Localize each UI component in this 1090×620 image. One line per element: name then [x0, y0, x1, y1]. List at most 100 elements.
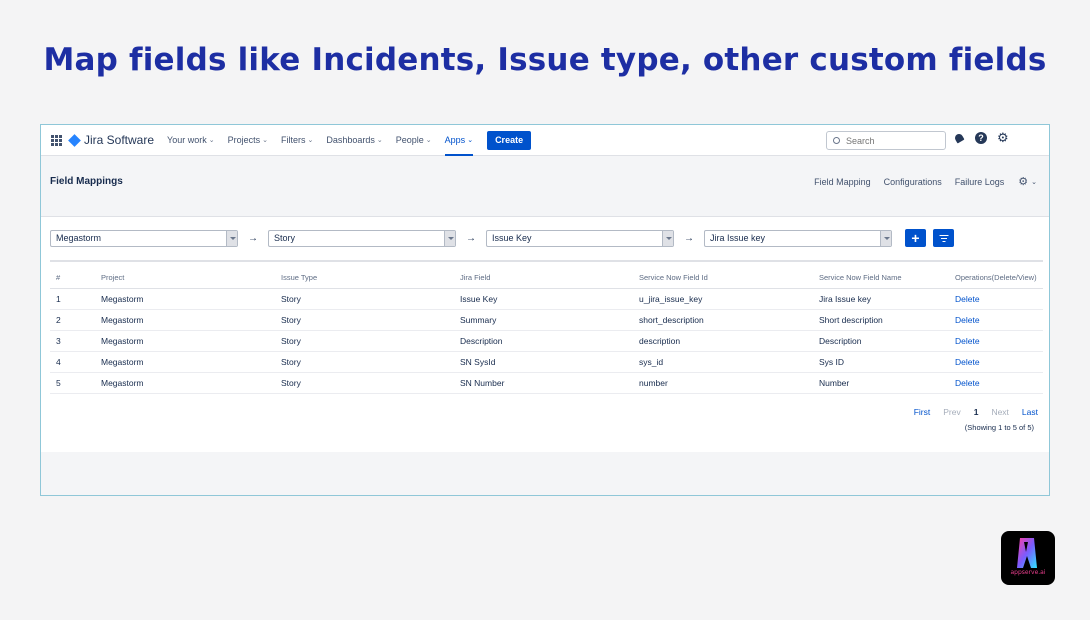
arrow-right-icon: → [684, 232, 694, 244]
link-field-mapping[interactable]: Field Mapping [814, 177, 871, 187]
cell-sn-field-name: Sys ID [819, 351, 955, 373]
cell-issue-type: Story [281, 288, 460, 310]
col-sn-field-name: Service Now Field Name [819, 267, 955, 289]
pager-prev: Prev [943, 407, 961, 417]
link-failure-logs[interactable]: Failure Logs [955, 177, 1005, 187]
cell-project: Megastorm [101, 330, 281, 352]
delete-link[interactable]: Delete [955, 315, 980, 325]
chevron-down-icon: ⌄ [425, 137, 432, 144]
cell-operations: Delete [955, 309, 1043, 331]
delete-link[interactable]: Delete [955, 294, 980, 304]
cell-sn-field-id: sys_id [639, 351, 819, 373]
cell-project: Megastorm [101, 288, 281, 310]
cell-index: 5 [50, 372, 101, 394]
cell-index: 4 [50, 351, 101, 373]
nav-filters[interactable]: Filters ⌄ [281, 125, 313, 156]
service-now-field-select[interactable]: Jira Issue key [704, 229, 892, 247]
col-index: # [50, 267, 101, 289]
delete-link[interactable]: Delete [955, 378, 980, 388]
delete-link[interactable]: Delete [955, 336, 980, 346]
chevron-down-icon: ⌄ [307, 137, 314, 144]
headline: Map fields like Incidents, Issue type, o… [43, 42, 1047, 78]
table-row: 1 Megastorm Story Issue Key u_jira_issue… [50, 288, 1043, 310]
cell-sn-field-name: Description [819, 330, 955, 352]
create-button[interactable]: Create [487, 130, 532, 150]
cell-operations: Delete [955, 372, 1043, 394]
nav-people[interactable]: People ⌄ [396, 125, 432, 156]
pager-next: Next [991, 407, 1009, 417]
jira-window: Jira Software Your work ⌄ Projects ⌄ Filte… [40, 124, 1050, 496]
settings-gear-icon[interactable]: ⚙ [1018, 175, 1028, 188]
table-row: 5 Megastorm Story SN Number number Numbe… [50, 372, 1043, 394]
cell-project: Megastorm [101, 309, 281, 331]
pager-first[interactable]: First [914, 407, 931, 417]
col-jira-field: Jira Field [460, 267, 639, 289]
cell-jira-field: Issue Key [460, 288, 639, 310]
chevron-down-icon[interactable]: ⌄ [1031, 178, 1037, 186]
dropdown-arrow-icon[interactable] [880, 230, 891, 246]
cell-jira-field: SN Number [460, 372, 639, 394]
project-select[interactable]: Megastorm [50, 229, 238, 247]
table-row: 3 Megastorm Story Description descriptio… [50, 330, 1043, 352]
delete-link[interactable]: Delete [955, 357, 980, 367]
add-mapping-button[interactable]: + [905, 229, 926, 247]
top-navigation: Jira Software Your work ⌄ Projects ⌄ Filte… [41, 125, 1049, 156]
table-header-row: # Project Issue Type Jira Field Service … [50, 267, 1043, 289]
nav-dashboards[interactable]: Dashboards ⌄ [326, 125, 382, 156]
cell-index: 1 [50, 288, 101, 310]
nav-your-work[interactable]: Your work ⌄ [167, 125, 215, 156]
issue-type-select[interactable]: Story [268, 229, 456, 247]
filter-button[interactable] [933, 229, 954, 247]
divider [50, 260, 1043, 262]
gear-icon[interactable]: ⚙ [997, 131, 1009, 144]
link-configurations[interactable]: Configurations [884, 177, 942, 187]
cell-operations: Delete [955, 288, 1043, 310]
cell-project: Megastorm [101, 372, 281, 394]
cell-issue-type: Story [281, 351, 460, 373]
cell-sn-field-id: u_jira_issue_key [639, 288, 819, 310]
mapping-selects: Megastorm → Story → Issue Key → Jira Iss… [50, 229, 954, 247]
appserve-mark-icon [1017, 538, 1037, 568]
grid-icon[interactable] [51, 134, 62, 146]
table-row: 2 Megastorm Story Summary short_descript… [50, 309, 1043, 331]
pager-current[interactable]: 1 [974, 407, 979, 417]
search-input[interactable] [846, 135, 941, 146]
cell-sn-field-id: description [639, 330, 819, 352]
nav-apps[interactable]: Apps ⌄ [444, 125, 474, 156]
cell-sn-field-name: Short description [819, 309, 955, 331]
dropdown-arrow-icon[interactable] [662, 230, 673, 246]
cell-index: 2 [50, 309, 101, 331]
dropdown-arrow-icon[interactable] [444, 230, 455, 246]
col-project: Project [101, 267, 281, 289]
jira-logo[interactable]: Jira Software [68, 133, 154, 147]
arrow-right-icon: → [466, 232, 476, 244]
mappings-table: # Project Issue Type Jira Field Service … [50, 267, 1043, 394]
cell-index: 3 [50, 330, 101, 352]
col-sn-field-id: Service Now Field Id [639, 267, 819, 289]
filter-icon [939, 234, 948, 242]
nav-projects[interactable]: Projects ⌄ [228, 125, 268, 156]
search-icon [833, 137, 840, 144]
subheader: Field Mappings Field Mapping Configurati… [41, 156, 1049, 216]
mapping-panel: Megastorm → Story → Issue Key → Jira Iss… [41, 216, 1049, 452]
bell-icon[interactable] [954, 133, 965, 144]
table-row: 4 Megastorm Story SN SysId sys_id Sys ID… [50, 351, 1043, 373]
cell-jira-field: SN SysId [460, 351, 639, 373]
cell-issue-type: Story [281, 330, 460, 352]
cell-jira-field: Summary [460, 309, 639, 331]
pager-last[interactable]: Last [1022, 407, 1038, 417]
chevron-down-icon: ⌄ [262, 137, 268, 144]
dropdown-arrow-icon[interactable] [226, 230, 237, 246]
cell-sn-field-id: number [639, 372, 819, 394]
help-icon[interactable]: ? [975, 132, 987, 144]
jira-diamond-icon [68, 133, 81, 147]
col-issue-type: Issue Type [281, 267, 460, 289]
search-box[interactable] [826, 131, 946, 150]
cell-sn-field-name: Number [819, 372, 955, 394]
jira-field-select[interactable]: Issue Key [486, 229, 674, 247]
cell-issue-type: Story [281, 372, 460, 394]
pagination: First Prev 1 Next Last [901, 407, 1038, 417]
appserve-logo: appserve.ai [1001, 531, 1055, 585]
cell-issue-type: Story [281, 309, 460, 331]
brand-name: appserve.ai [1010, 569, 1046, 576]
